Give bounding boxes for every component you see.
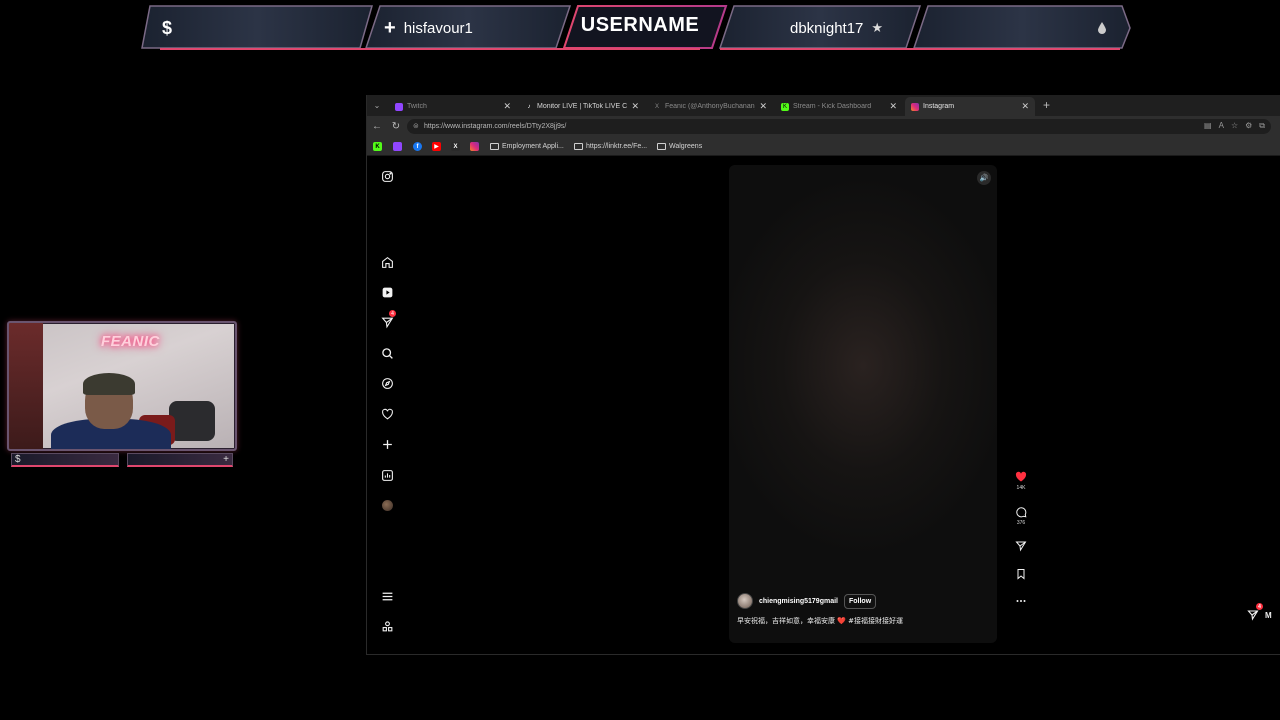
reels-icon[interactable] (380, 285, 394, 299)
tab-instagram[interactable]: Instagram ✕ (905, 97, 1035, 116)
tab-twitch[interactable]: Twitch ✕ (389, 97, 517, 116)
bookmark-folder-employment[interactable]: Employment Appli... (490, 140, 564, 153)
tab-list-chevron-icon[interactable]: ⌄ (371, 99, 383, 111)
bookmark-folder-walgreens[interactable]: Walgreens (657, 140, 702, 153)
webcam-overlay: FEANIC $ + (7, 321, 237, 471)
plus-icon: + (127, 453, 233, 467)
tab-strip: ⌄ Twitch ✕ ♪ Monitor LIVE | TikTok LIVE … (367, 95, 1280, 116)
reader-view-icon[interactable]: ▤ (1204, 121, 1212, 131)
latest-follower: + hisfavour1 (384, 4, 473, 52)
bookmark-star-icon[interactable]: ☆ (1231, 121, 1238, 131)
youtube-bookmark-icon[interactable]: ▶ (432, 142, 441, 151)
send-icon (1247, 610, 1259, 621)
drop-icon (1098, 4, 1106, 52)
home-icon[interactable] (380, 255, 394, 269)
close-tab-icon[interactable]: ✕ (889, 101, 897, 112)
translate-icon[interactable]: A (1219, 121, 1224, 131)
bookmarks-bar: K f ▶ X Employment Appli... https://link… (367, 137, 1280, 156)
instagram-logo-icon[interactable] (380, 169, 394, 183)
instagram-icon (911, 102, 919, 111)
latest-follower-name: hisfavour1 (403, 19, 473, 37)
tiktok-icon: ♪ (527, 103, 531, 110)
also-from-meta-icon[interactable] (380, 619, 394, 633)
close-tab-icon[interactable]: ✕ (631, 101, 639, 112)
instagram-page: 4 🔊 chiengmising5179gmail Follow 早安祝福，吉祥… (367, 156, 1280, 654)
latest-subscriber: dbknight17 ★ (790, 4, 883, 52)
heart-notifications-icon[interactable] (380, 407, 394, 421)
dashboard-icon[interactable] (380, 468, 394, 482)
heart-icon (1015, 471, 1027, 482)
webcam-feed: FEANIC (7, 321, 237, 451)
kick-bookmark-icon[interactable]: K (373, 142, 382, 151)
more-icon (1016, 600, 1026, 602)
create-plus-icon[interactable] (380, 437, 394, 451)
url-text: https://www.instagram.com/reels/DTty2X8j… (424, 123, 567, 130)
comment-button[interactable]: 376 (1011, 506, 1031, 526)
menu-hamburger-icon[interactable] (380, 589, 394, 603)
floating-messages-button[interactable]: 4 M (1247, 603, 1280, 627)
comment-icon (1016, 507, 1027, 518)
save-button[interactable] (1011, 568, 1031, 580)
avatar (381, 499, 393, 511)
more-options-button[interactable] (1011, 595, 1031, 607)
reel-video[interactable]: 🔊 chiengmising5179gmail Follow 早安祝福，吉祥如意… (729, 165, 997, 643)
stream-overlay-bar: $ + hisfavour1 USERNAME dbknight17 ★ (140, 4, 1132, 52)
new-tab-button[interactable]: + (1043, 98, 1050, 112)
star-icon: ★ (871, 20, 884, 35)
reel-username[interactable]: chiengmising5179gmail (759, 598, 838, 605)
comment-count: 376 (1016, 520, 1026, 526)
bookmark-folder-linktree[interactable]: https://linktr.ee/Fe... (574, 140, 647, 153)
overlay-cash-icon: $ (162, 17, 173, 38)
cash-icon: $ (11, 453, 119, 467)
tab-kick[interactable]: K Stream - Kick Dashboard ✕ (775, 97, 903, 116)
x-icon: X (654, 103, 659, 110)
tab-tiktok[interactable]: ♪ Monitor LIVE | TikTok LIVE Center ✕ (519, 97, 645, 116)
reload-icon[interactable]: ↻ (390, 120, 402, 132)
messages-icon[interactable]: 4 (380, 310, 396, 329)
neon-sign: FEANIC (101, 333, 160, 350)
instagram-bookmark-icon[interactable] (470, 142, 479, 151)
twitch-icon (395, 102, 403, 111)
close-tab-icon[interactable]: ✕ (503, 101, 511, 112)
profile-avatar[interactable] (380, 498, 394, 512)
close-tab-icon[interactable]: ✕ (759, 101, 767, 112)
twitch-bookmark-icon[interactable] (393, 142, 402, 151)
messages-badge: 4 (389, 310, 396, 317)
browser-window: ⌄ Twitch ✕ ♪ Monitor LIVE | TikTok LIVE … (366, 95, 1280, 655)
folder-icon (490, 143, 499, 150)
like-count: 14K (1016, 485, 1026, 491)
avatar[interactable] (737, 593, 753, 609)
split-view-icon[interactable]: ⧉ (1259, 121, 1265, 131)
explore-icon[interactable] (380, 376, 394, 390)
extensions-icon[interactable]: ⚙ (1245, 121, 1252, 131)
folder-icon (657, 143, 666, 150)
facebook-bookmark-icon[interactable]: f (413, 142, 422, 151)
plus-icon: + (384, 16, 396, 39)
webcam-footer: $ + (11, 453, 233, 469)
tab-x[interactable]: X Feanic (@AnthonyBuchanan) / X ✕ (647, 97, 773, 116)
overlay-username: USERNAME (580, 13, 700, 36)
share-button[interactable] (1011, 540, 1031, 552)
close-tab-icon[interactable]: ✕ (1021, 101, 1029, 112)
folder-icon (574, 143, 583, 150)
site-info-icon[interactable]: ⊜ (413, 122, 421, 130)
search-icon[interactable] (380, 346, 394, 360)
volume-icon[interactable]: 🔊 (977, 171, 991, 185)
instagram-sidebar: 4 (367, 156, 409, 654)
kick-icon: K (781, 102, 789, 111)
address-bar-row: ← ↻ ⊜ https://www.instagram.com/reels/DT… (367, 116, 1280, 137)
messages-label: M (1265, 610, 1272, 620)
latest-subscriber-name: dbknight17 (790, 19, 864, 37)
reel-author: chiengmising5179gmail Follow (737, 593, 877, 609)
send-icon (1015, 541, 1027, 552)
bookmark-icon (1017, 569, 1025, 580)
like-button[interactable]: 14K (1011, 471, 1031, 491)
follow-button[interactable]: Follow (843, 593, 877, 609)
messages-count-badge: 4 (1256, 603, 1263, 610)
x-bookmark-icon[interactable]: X (451, 142, 460, 151)
reel-caption: 早安祝福，吉祥如意，幸福安康 ❤️ #接福接財接好運 (737, 617, 904, 625)
url-field[interactable]: ⊜ https://www.instagram.com/reels/DTty2X… (407, 119, 1271, 134)
back-arrow-icon[interactable]: ← (371, 120, 383, 132)
